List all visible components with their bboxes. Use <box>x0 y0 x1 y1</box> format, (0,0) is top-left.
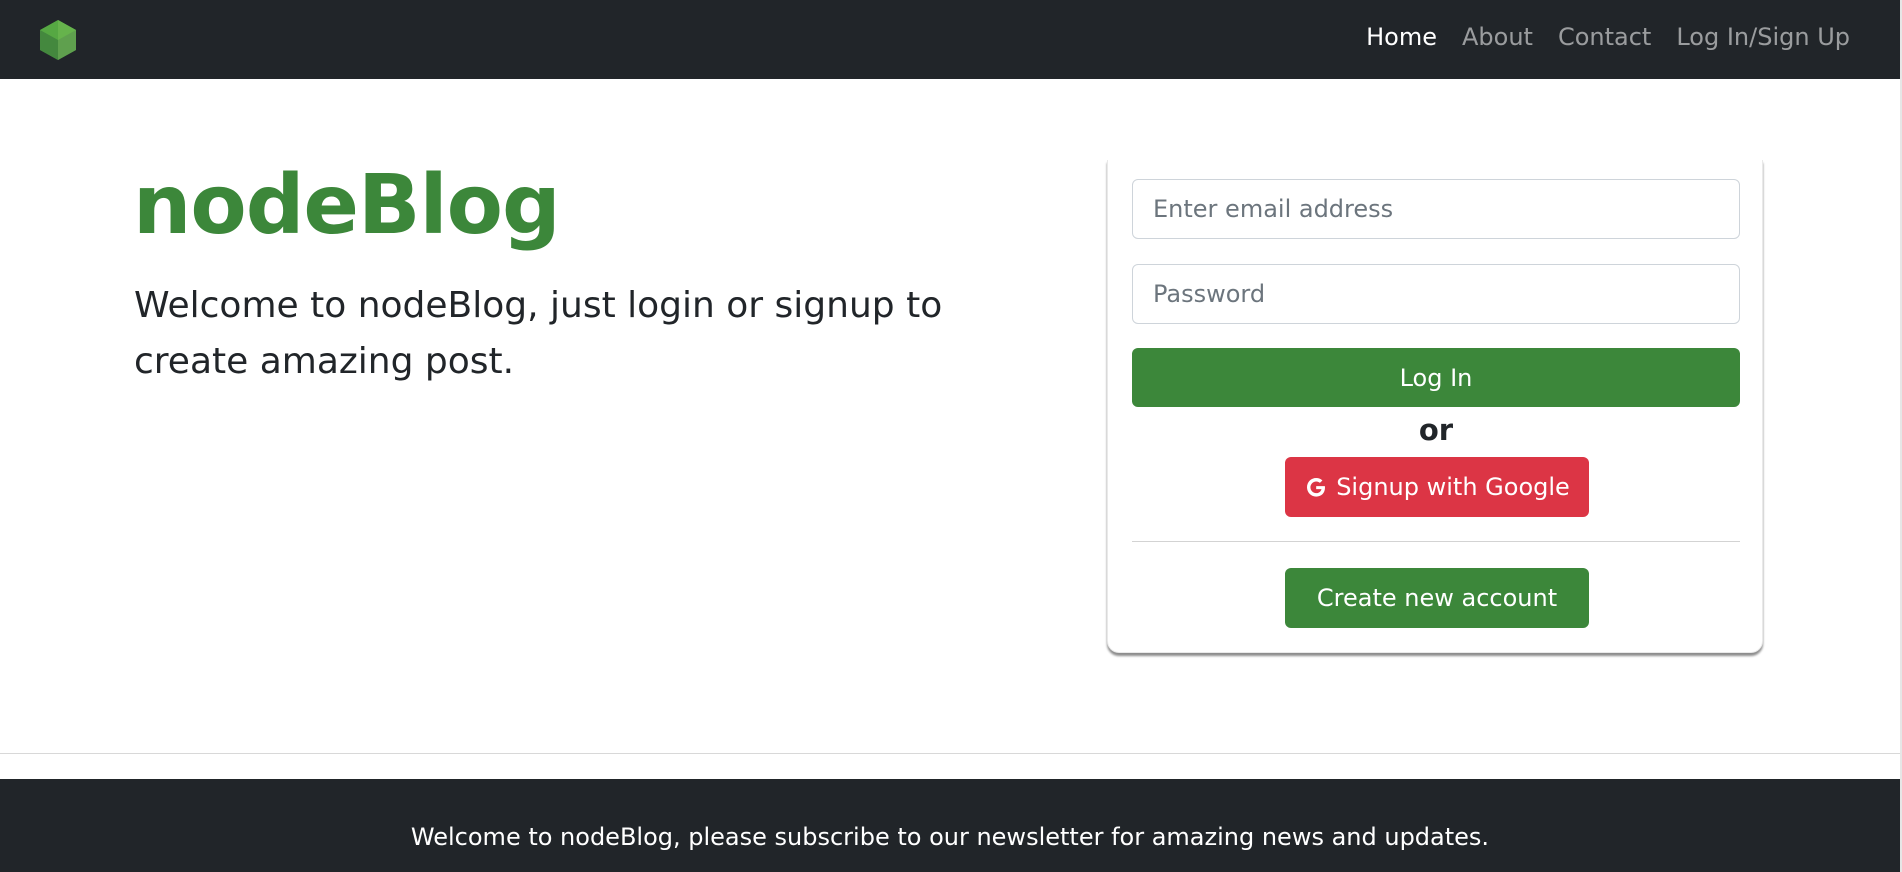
nav-link-contact[interactable]: Contact <box>1558 23 1651 51</box>
node-hexagon-icon[interactable] <box>38 19 78 61</box>
or-separator-text: or <box>1418 413 1454 447</box>
footer-newsletter-text: Welcome to nodeBlog, please subscribe to… <box>410 823 1490 851</box>
footer: Welcome to nodeBlog, please subscribe to… <box>0 779 1900 872</box>
page: Home About Contact Log In/Sign Up nodeBl… <box>0 0 1902 872</box>
navbar: Home About Contact Log In/Sign Up <box>0 0 1900 79</box>
google-button-label: Signup with Google <box>1336 473 1570 501</box>
hero-welcome-text: Welcome to nodeBlog, just login or signu… <box>134 285 943 382</box>
nav-links: Home About Contact Log In/Sign Up <box>1366 0 1850 74</box>
nav-link-home[interactable]: Home <box>1366 23 1437 51</box>
login-button[interactable]: Log In <box>1132 348 1740 407</box>
nav-link-login-signup[interactable]: Log In/Sign Up <box>1676 23 1850 51</box>
create-new-account-button[interactable]: Create new account <box>1285 568 1589 628</box>
signup-with-google-button[interactable]: Signup with Google <box>1285 457 1589 517</box>
login-card: Log In or Signup with Google Create new … <box>1107 160 1763 653</box>
card-divider <box>1132 541 1740 542</box>
section-divider <box>0 753 1900 754</box>
password-input[interactable] <box>1132 264 1740 324</box>
google-g-icon <box>1304 475 1328 499</box>
hero-title: nodeBlog <box>133 158 561 253</box>
email-input[interactable] <box>1132 179 1740 239</box>
nav-link-about[interactable]: About <box>1462 23 1533 51</box>
